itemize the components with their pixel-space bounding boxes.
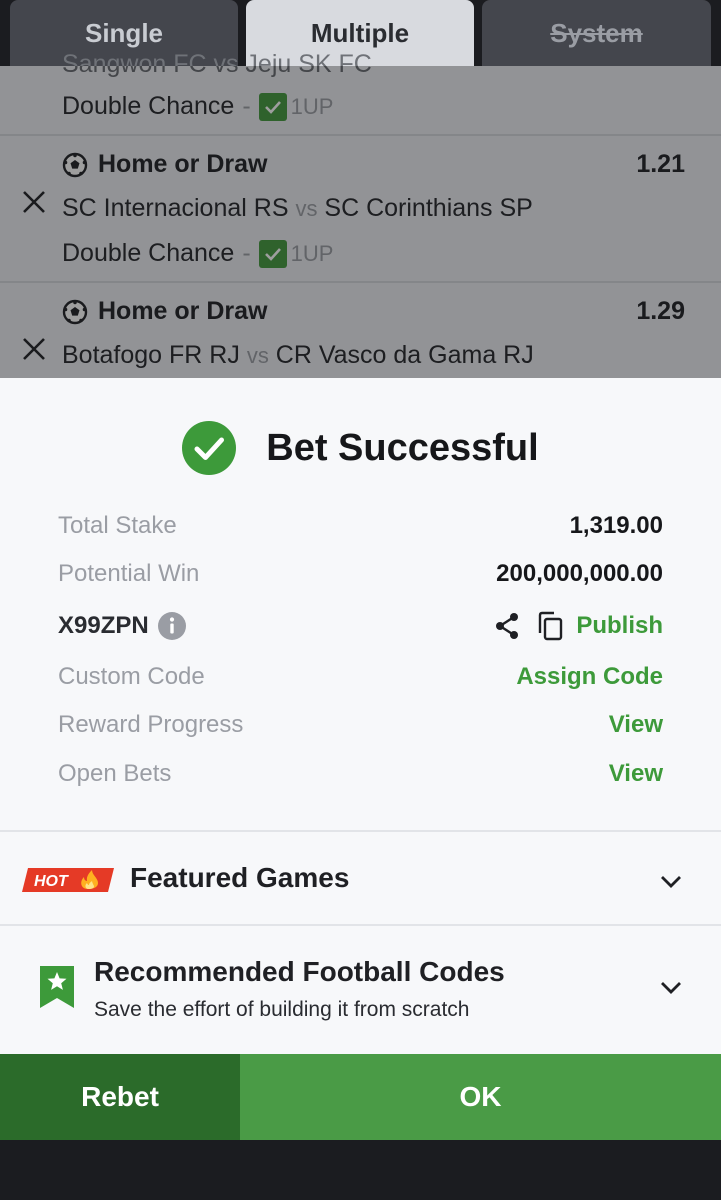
selection-title: Home or Draw xyxy=(98,297,268,325)
away-team: CR Vasco da Gama RJ xyxy=(275,341,534,369)
selection-odds: 1.29 xyxy=(636,297,685,325)
home-team: SC Internacional RS xyxy=(62,194,289,222)
selection-header: Home or Draw xyxy=(62,297,267,326)
bottom-bar xyxy=(0,1140,721,1200)
reward-progress-view-button[interactable]: View xyxy=(609,711,663,739)
potential-win-row: Potential Win 200,000,000.00 xyxy=(58,554,663,594)
recommended-codes-section[interactable]: Recommended Football Codes Save the effo… xyxy=(0,926,721,1054)
away-team: SC Corinthians SP xyxy=(324,194,533,222)
check-icon xyxy=(258,239,287,268)
selection-title: Home or Draw xyxy=(98,150,268,178)
success-title: Bet Successful xyxy=(266,426,539,469)
selection-odds: 1.21 xyxy=(636,150,685,178)
check-icon xyxy=(258,92,287,121)
market-line: Double Chance - 1UP xyxy=(62,239,333,268)
reward-progress-label: Reward Progress xyxy=(58,711,244,738)
chevron-down-icon[interactable] xyxy=(659,980,683,996)
open-bets-view-button[interactable]: View xyxy=(609,760,663,788)
potential-win-value: 200,000,000.00 xyxy=(496,560,663,587)
vs-label: vs xyxy=(246,343,269,368)
rebet-button[interactable]: Rebet xyxy=(0,1054,240,1140)
success-header: Bet Successful xyxy=(0,418,721,478)
selection-header: Home or Draw xyxy=(62,150,267,179)
pick-label: 1UP xyxy=(290,240,334,266)
bet-slip-background: Single Multiple System Sangwon FC vs Jej… xyxy=(0,0,721,378)
info-icon[interactable] xyxy=(157,611,187,641)
market-name: Double Chance xyxy=(62,239,235,267)
selection-item: Sangwon FC vs Jeju SK FC Double Chance -… xyxy=(0,50,721,136)
pick-label: 1UP xyxy=(290,93,334,119)
football-icon xyxy=(62,152,88,177)
football-icon xyxy=(62,299,88,324)
market-name: Double Chance xyxy=(62,92,235,120)
copy-icon[interactable] xyxy=(536,611,564,641)
recommended-codes-title: Recommended Football Codes xyxy=(94,956,505,987)
ok-button[interactable]: OK xyxy=(240,1054,721,1140)
selection-item: Home or Draw 1.29 Botafogo FR RJ vs CR V… xyxy=(0,283,721,378)
featured-games-title: Featured Games xyxy=(130,862,350,893)
custom-code-label: Custom Code xyxy=(58,663,205,690)
remove-selection-icon[interactable] xyxy=(20,335,48,363)
total-stake-row: Total Stake 1,319.00 xyxy=(58,506,663,546)
booking-code-row: X99ZPN Publish xyxy=(58,606,663,646)
bet-result-sheet: Bet Successful Total Stake 1,319.00 Pote… xyxy=(0,378,721,1054)
market-separator: - xyxy=(242,92,251,120)
total-stake-label: Total Stake xyxy=(58,512,177,539)
market-line: Double Chance - 1UP xyxy=(62,92,333,121)
vs-label: vs xyxy=(295,196,318,221)
recommended-codes-subtitle: Save the effort of building it from scra… xyxy=(94,998,470,1021)
booking-code-group: X99ZPN xyxy=(58,611,187,641)
bookmark-star-icon xyxy=(40,966,74,1008)
chevron-down-icon[interactable] xyxy=(659,874,683,890)
match-name: Botafogo FR RJ vs CR Vasco da Gama RJ xyxy=(62,341,534,370)
potential-win-label: Potential Win xyxy=(58,560,200,587)
hot-badge-icon: HOT xyxy=(22,868,114,892)
remove-selection-icon[interactable] xyxy=(20,188,48,216)
success-check-icon xyxy=(182,421,237,475)
home-team: Botafogo FR RJ xyxy=(62,341,240,369)
total-stake-value: 1,319.00 xyxy=(569,512,663,539)
market-separator: - xyxy=(242,239,251,267)
featured-games-section[interactable]: HOT Featured Games xyxy=(0,832,721,924)
reward-progress-row: Reward Progress View xyxy=(58,705,663,745)
open-bets-row: Open Bets View xyxy=(58,754,663,794)
code-actions: Publish xyxy=(492,611,663,641)
assign-code-button[interactable]: Assign Code xyxy=(516,663,663,691)
share-icon[interactable] xyxy=(492,611,522,641)
hot-badge-label: HOT xyxy=(34,873,69,890)
publish-button[interactable]: Publish xyxy=(576,612,663,640)
booking-code: X99ZPN xyxy=(58,612,149,639)
selection-item: Home or Draw 1.21 SC Internacional RS vs… xyxy=(0,136,721,283)
tab-system[interactable]: System xyxy=(482,0,711,66)
custom-code-row: Custom Code Assign Code xyxy=(58,657,663,697)
match-name: SC Internacional RS vs SC Corinthians SP xyxy=(62,194,533,223)
open-bets-label: Open Bets xyxy=(58,760,172,787)
match-name: Sangwon FC vs Jeju SK FC xyxy=(62,50,372,78)
